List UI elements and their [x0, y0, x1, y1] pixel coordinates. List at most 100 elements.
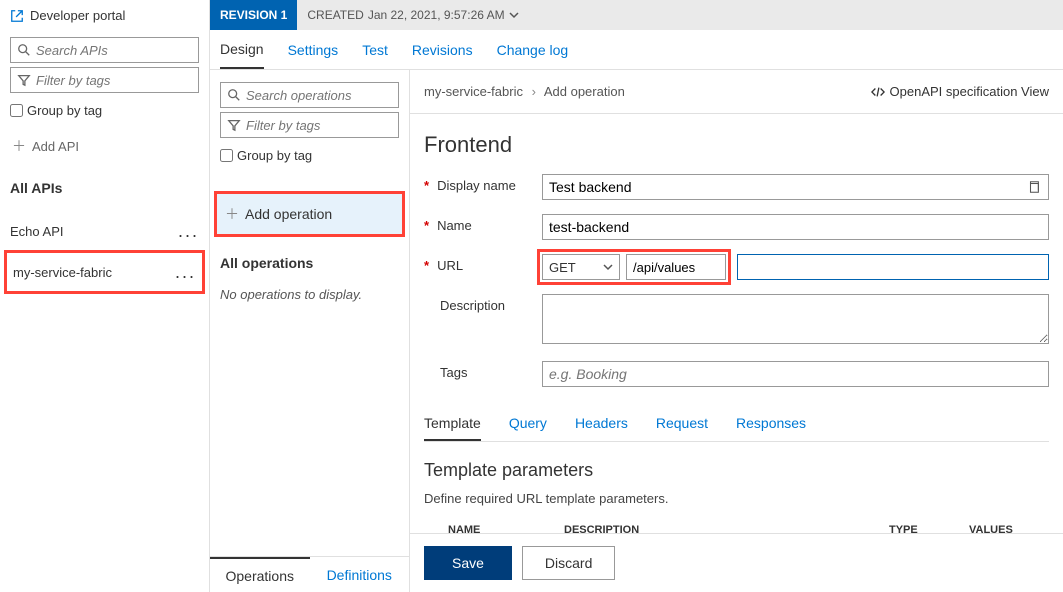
url-label: URL	[437, 258, 463, 273]
openapi-spec-link[interactable]: OpenAPI specification View	[871, 84, 1049, 99]
action-bar: Save Discard	[410, 533, 1063, 592]
all-apis-heading: All APIs	[10, 180, 199, 196]
filter-icon	[17, 73, 31, 87]
api-item-label: my-service-fabric	[13, 265, 112, 280]
method-value: GET	[549, 260, 576, 275]
url-highlight-box: GET	[537, 249, 731, 285]
add-api-button[interactable]: ＋ Add API	[10, 136, 199, 156]
display-name-label: Display name	[437, 178, 516, 193]
description-textarea[interactable]	[542, 294, 1049, 344]
breadcrumb-bar: my-service-fabric › Add operation OpenAP…	[410, 70, 1063, 114]
tags-label: Tags	[440, 365, 467, 380]
group-by-tag-label: Group by tag	[27, 103, 102, 118]
url-rest-input[interactable]	[737, 254, 1049, 280]
stab-template[interactable]: Template	[424, 407, 481, 441]
template-section: Template parameters Define required URL …	[424, 460, 1049, 533]
form-area: Frontend * Display name *	[410, 114, 1063, 533]
plus-icon: ＋	[12, 136, 26, 156]
btab-operations[interactable]: Operations	[210, 557, 310, 592]
revision-bar: REVISION 1 CREATED Jan 22, 2021, 9:57:26…	[210, 0, 1063, 30]
breadcrumb-parent[interactable]: my-service-fabric	[424, 84, 523, 99]
more-icon[interactable]: ...	[178, 222, 199, 240]
search-icon	[227, 88, 241, 102]
description-label: Description	[440, 298, 505, 313]
name-label: Name	[437, 218, 472, 233]
no-operations-text: No operations to display.	[220, 287, 399, 302]
sub-tabs: Template Query Headers Request Responses	[424, 407, 1049, 442]
operations-sidebar: Group by tag ＋ Add operation All operati…	[210, 70, 410, 592]
url-path-input[interactable]	[626, 254, 726, 280]
all-operations-heading: All operations	[220, 255, 399, 271]
revision-created-label: CREATED	[307, 8, 363, 22]
template-params-desc: Define required URL template parameters.	[424, 491, 1049, 506]
add-operation-label: Add operation	[245, 206, 332, 222]
group-by-tag-checkbox[interactable]: Group by tag	[10, 103, 199, 118]
copy-icon[interactable]	[1027, 180, 1041, 194]
main-panel: my-service-fabric › Add operation OpenAP…	[410, 70, 1063, 592]
search-apis-input[interactable]	[36, 43, 192, 58]
revision-created[interactable]: CREATED Jan 22, 2021, 9:57:26 AM	[297, 8, 528, 22]
operations-bottom-tabs: Operations Definitions	[210, 556, 409, 592]
stab-request[interactable]: Request	[656, 407, 708, 441]
name-input[interactable]	[542, 214, 1049, 240]
filter-ops-tags-input[interactable]	[246, 118, 392, 133]
method-select[interactable]: GET	[542, 254, 620, 280]
required-asterisk: *	[424, 258, 429, 273]
api-item-label: Echo API	[10, 224, 63, 239]
col-type: TYPE	[889, 524, 969, 533]
plus-icon: ＋	[225, 204, 239, 224]
group-ops-by-tag-input[interactable]	[220, 149, 233, 162]
required-asterisk: *	[424, 178, 429, 193]
search-apis-box[interactable]	[10, 37, 199, 63]
external-link-icon	[10, 9, 24, 23]
filter-ops-tags-box[interactable]	[220, 112, 399, 138]
filter-tags-box[interactable]	[10, 67, 199, 93]
code-icon	[871, 85, 885, 99]
stab-headers[interactable]: Headers	[575, 407, 628, 441]
template-params-heading: Template parameters	[424, 460, 1049, 481]
stab-responses[interactable]: Responses	[736, 407, 806, 441]
filter-icon	[227, 118, 241, 132]
add-api-label: Add API	[32, 139, 79, 154]
search-operations-box[interactable]	[220, 82, 399, 108]
save-button[interactable]: Save	[424, 546, 512, 580]
breadcrumb-sep: ›	[532, 84, 536, 99]
group-by-tag-input[interactable]	[10, 104, 23, 117]
group-ops-by-tag-label: Group by tag	[237, 148, 312, 163]
display-name-input[interactable]	[542, 174, 1049, 200]
revision-created-date: Jan 22, 2021, 9:57:26 AM	[368, 8, 505, 22]
add-operation-button[interactable]: ＋ Add operation	[214, 191, 405, 237]
tab-test[interactable]: Test	[362, 30, 388, 69]
frontend-heading: Frontend	[424, 132, 1049, 158]
tab-design[interactable]: Design	[220, 30, 264, 69]
chevron-down-icon	[509, 10, 519, 20]
group-ops-by-tag-checkbox[interactable]: Group by tag	[220, 148, 399, 163]
breadcrumb: my-service-fabric › Add operation	[424, 84, 625, 99]
openapi-spec-label: OpenAPI specification View	[890, 84, 1049, 99]
left-sidebar: Developer portal Group by tag ＋ Add API …	[0, 0, 210, 592]
developer-portal-label: Developer portal	[30, 8, 125, 23]
main-tabs: Design Settings Test Revisions Change lo…	[210, 30, 1063, 70]
param-table-header: NAME DESCRIPTION TYPE VALUES	[424, 524, 1049, 533]
revision-badge: REVISION 1	[210, 0, 297, 30]
api-item-my-service-fabric[interactable]: my-service-fabric ...	[4, 250, 205, 294]
col-name: NAME	[424, 524, 564, 533]
stab-query[interactable]: Query	[509, 407, 547, 441]
api-item-echo[interactable]: Echo API ...	[4, 212, 205, 250]
required-asterisk: *	[424, 218, 429, 233]
discard-button[interactable]: Discard	[522, 546, 615, 580]
filter-tags-input[interactable]	[36, 73, 192, 88]
chevron-down-icon	[603, 262, 613, 272]
search-icon	[17, 43, 31, 57]
tab-changelog[interactable]: Change log	[497, 30, 569, 69]
breadcrumb-current: Add operation	[544, 84, 625, 99]
developer-portal-link[interactable]: Developer portal	[10, 8, 199, 23]
col-values: VALUES	[969, 524, 1049, 533]
tab-settings[interactable]: Settings	[288, 30, 339, 69]
tab-revisions[interactable]: Revisions	[412, 30, 473, 69]
search-operations-input[interactable]	[246, 88, 392, 103]
more-icon[interactable]: ...	[175, 263, 196, 281]
col-description: DESCRIPTION	[564, 524, 889, 533]
btab-definitions[interactable]: Definitions	[310, 557, 410, 592]
tags-input[interactable]	[542, 361, 1049, 387]
